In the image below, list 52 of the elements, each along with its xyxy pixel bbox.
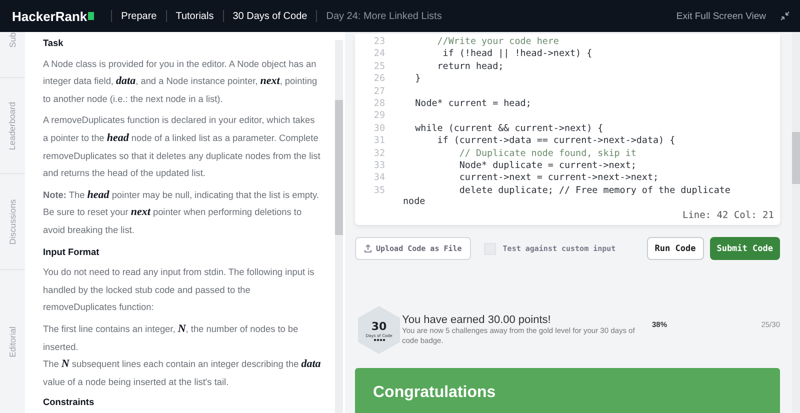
- run-code-button[interactable]: Run Code: [646, 237, 704, 260]
- badge-number: 30: [371, 320, 387, 332]
- upload-icon: [364, 244, 372, 253]
- breadcrumb-link[interactable]: Day 24: More Linked Lists: [326, 10, 442, 22]
- code-line: }: [414, 73, 421, 86]
- section-heading: Constraints: [43, 396, 96, 410]
- description-paragraph: You do not need to read any input from stdin. The following input is handled by the locked stub code and passed to the removeDuplicates function:: [43, 266, 316, 314]
- exit-fullscreen-link[interactable]: Exit Full Screen View: [676, 10, 766, 22]
- line-number: 31: [372, 135, 385, 148]
- description-paragraph: The first line contains an integer, N, the number of nodes to be inserted.: [43, 322, 300, 354]
- line-number: 27: [372, 86, 385, 98]
- code-line: while (current && current->next) {: [414, 122, 604, 136]
- line-number: 30: [372, 122, 385, 136]
- line-number: 25: [372, 60, 385, 74]
- scrollbar[interactable]: [335, 40, 343, 413]
- logo-square-icon: [88, 12, 94, 20]
- points-title: You have earned 30.00 points!: [402, 314, 552, 326]
- collapse-icon[interactable]: [780, 11, 790, 21]
- line-number: 23: [372, 36, 385, 48]
- line-number: 26: [372, 73, 385, 86]
- code-line: return head;: [436, 60, 504, 74]
- breadcrumb-link[interactable]: 30 Days of Code: [232, 10, 308, 22]
- section-heading: Input Format: [43, 246, 100, 259]
- scrollbar[interactable]: [792, 32, 800, 413]
- line-number: 28: [372, 98, 385, 110]
- line-number: 33: [372, 160, 385, 172]
- line-number: 34: [372, 172, 385, 185]
- code-line: current->next = current->next->next;: [458, 172, 659, 185]
- breadcrumb-link[interactable]: Tutorials: [176, 10, 214, 22]
- code-line: delete duplicate; // Free memory of the duplicate: [458, 184, 730, 198]
- code-line: //Write your code here: [436, 36, 559, 48]
- line-number: 29: [372, 110, 385, 123]
- code-line: node: [402, 197, 426, 206]
- code-line: if (!head || !head->next) {: [442, 48, 592, 61]
- breadcrumb-link[interactable]: Prepare: [121, 10, 157, 22]
- code-editor[interactable]: [355, 34, 780, 225]
- code-line: Node* duplicate = current->next;: [458, 160, 636, 172]
- code-line: if (current->data == current->next->data) {: [436, 135, 676, 148]
- code-line: Node* current = head;: [414, 98, 532, 110]
- banner-title: Congratulations: [373, 384, 496, 401]
- line-number: 32: [372, 148, 385, 160]
- code-line: // Duplicate node found, skip it: [458, 148, 636, 160]
- section-heading: Task: [43, 37, 64, 50]
- cursor-position: Line: 42 Col: 21: [681, 209, 775, 223]
- description-paragraph: The N subsequent lines each contain an integer describing the data value of a node being inserted at the list's tail.: [43, 357, 321, 389]
- line-number: 35: [372, 184, 385, 198]
- line-number: 24: [372, 48, 385, 61]
- description-paragraph: A Node class is provided for you in the editor. A Node object has an integer data field, data, and a Node instance pointer, next, pointing to another node (i.e.: the next node in a list).: [43, 58, 318, 106]
- submit-code-button[interactable]: Submit Code: [710, 237, 780, 260]
- description-paragraph: A removeDuplicates function is declared in your editor, which takes a pointer to the head node of a linked list as a parameter. Complete removeDuplicates so that it deletes any duplicate nodes from the list and returns the head of the updated list.: [43, 114, 321, 180]
- logo[interactable]: HackerRank: [12, 8, 88, 24]
- description-paragraph: Note: The head pointer may be null, indicating that the list is empty. Be sure to reset your next pointer when performing deletions to avoid breaking the list.: [43, 188, 320, 237]
